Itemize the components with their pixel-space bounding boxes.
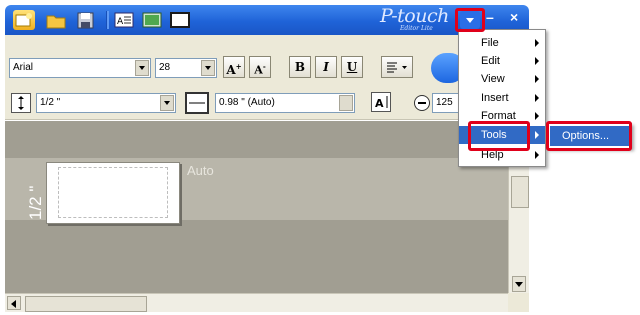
length-spinner[interactable]	[339, 95, 353, 111]
label-length-icon	[185, 92, 209, 114]
menu-item-label: View	[481, 73, 505, 85]
font-size-value: 28	[159, 62, 171, 73]
menu-item-label: Insert	[481, 92, 509, 104]
increase-font-button[interactable]: A+	[223, 56, 245, 78]
close-button[interactable]: ×	[510, 9, 518, 25]
tape-width-label: 1/2 "	[26, 185, 45, 220]
scroll-left-button[interactable]	[7, 296, 21, 310]
italic-button[interactable]: I	[315, 56, 337, 78]
underline-button[interactable]: U	[341, 56, 363, 78]
title-bar: A P-touch Editor Lite – ×	[5, 5, 529, 35]
chevron-right-icon	[535, 57, 539, 65]
chevron-right-icon	[535, 39, 539, 47]
font-value: Arial	[13, 62, 34, 73]
horizontal-scrollbar[interactable]	[5, 293, 508, 312]
chevron-right-icon	[535, 151, 539, 159]
minimize-button[interactable]: –	[486, 9, 494, 25]
brand-logo: P-touch	[380, 5, 449, 27]
menu-item-label: File	[481, 37, 499, 49]
font-combo[interactable]: Arial	[9, 58, 151, 78]
label-length-value: 0.98 " (Auto)	[219, 97, 275, 108]
callout-menu-toggle	[455, 8, 485, 32]
align-button[interactable]	[381, 56, 413, 78]
scroll-corner	[508, 293, 529, 312]
chevron-right-icon	[535, 75, 539, 83]
menu-item-file[interactable]: File	[459, 34, 545, 52]
callout-options	[546, 121, 632, 151]
save-icon[interactable]	[75, 10, 97, 30]
formatting-toolbar: Arial 28 A+ A- B I U 1/2 " 0.98 " (Auto)…	[5, 35, 529, 120]
new-label-icon[interactable]	[13, 10, 35, 30]
menu-item-edit[interactable]: Edit	[459, 52, 545, 70]
chevron-down-icon[interactable]	[201, 60, 215, 76]
image-icon[interactable]	[141, 10, 163, 30]
callout-tools	[468, 121, 530, 151]
chevron-right-icon	[535, 131, 539, 139]
font-size-combo[interactable]: 28	[155, 58, 217, 78]
decrease-font-button[interactable]: A-	[249, 56, 271, 78]
bold-button[interactable]: B	[289, 56, 311, 78]
tape-width-value: 1/2 "	[40, 97, 61, 108]
vertical-scrollbar[interactable]	[508, 158, 529, 304]
menu-item-insert[interactable]: Insert	[459, 89, 545, 107]
scroll-down-button[interactable]	[512, 276, 526, 292]
toolbar-separator	[106, 11, 109, 29]
horizontal-scroll-thumb[interactable]	[25, 296, 147, 312]
chevron-down-icon[interactable]	[135, 60, 149, 76]
chevron-right-icon	[535, 94, 539, 102]
tape-width-icon	[11, 93, 31, 113]
zoom-value: 125	[436, 97, 453, 108]
text-icon[interactable]: A	[113, 10, 135, 30]
open-folder-icon[interactable]	[45, 10, 67, 30]
chevron-down-icon[interactable]	[160, 95, 174, 111]
vertical-scroll-thumb[interactable]	[511, 176, 529, 208]
svg-text:A: A	[117, 17, 124, 27]
chevron-right-icon	[535, 112, 539, 120]
menu-item-view[interactable]: View	[459, 70, 545, 88]
frame-icon[interactable]	[169, 10, 191, 30]
svg-text:A: A	[375, 97, 384, 110]
menu-item-label: Edit	[481, 55, 500, 67]
zoom-out-icon[interactable]	[414, 95, 430, 111]
auto-length-label: Auto	[187, 163, 214, 178]
auto-fit-icon[interactable]: A	[371, 92, 391, 112]
label-length-field[interactable]: 0.98 " (Auto)	[215, 93, 355, 113]
label-print-area	[58, 167, 168, 218]
brand-subtitle: Editor Lite	[400, 25, 433, 32]
tape-width-label-container: 1/2 "	[20, 172, 46, 220]
tape-width-combo[interactable]: 1/2 "	[36, 93, 176, 113]
